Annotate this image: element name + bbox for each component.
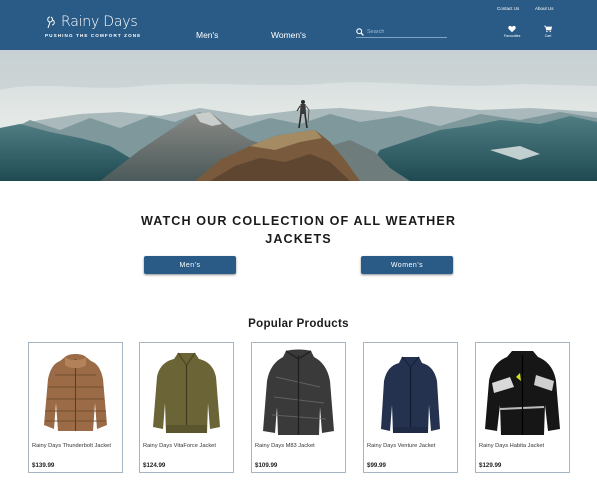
- site-header: Rainy Days Pushing the Comfort Zone Men'…: [0, 0, 597, 50]
- shop-womens-button[interactable]: Women's: [361, 256, 453, 274]
- brand-name: Rainy Days: [61, 14, 138, 30]
- m83-jacket-image: [263, 349, 334, 435]
- cart-button[interactable]: Cart: [544, 25, 552, 38]
- cart-label: Cart: [544, 34, 552, 38]
- favourites-label: Favourites: [504, 34, 521, 38]
- popular-products-heading: Popular Products: [248, 318, 349, 330]
- product-card[interactable]: Rainy Days M83 Jacket $109.99: [251, 342, 346, 473]
- favourites-button[interactable]: Favourites: [504, 25, 520, 38]
- brand-tagline: Pushing the Comfort Zone: [45, 33, 142, 38]
- brand-logo[interactable]: Rainy Days: [46, 14, 138, 30]
- product-price: $129.99: [479, 462, 502, 469]
- search-icon[interactable]: [356, 28, 364, 36]
- product-name: Rainy Days Habita Jacket: [479, 443, 545, 449]
- about-us-link[interactable]: About Us: [535, 6, 554, 11]
- product-name: Rainy Days VitaForce Jacket: [143, 443, 216, 449]
- product-card[interactable]: Rainy Days VitaForce Jacket $124.99: [139, 342, 234, 473]
- product-card[interactable]: Rainy Days Venture Jacket $99.99: [363, 342, 458, 473]
- contact-us-link[interactable]: Contact Us: [497, 6, 519, 11]
- heart-icon: [508, 25, 516, 33]
- thunderbolt-jacket-image: [44, 354, 107, 431]
- product-card[interactable]: Rainy Days Thunderbolt Jacket $139.99: [28, 342, 123, 473]
- vitaforce-jacket-image: [153, 352, 220, 433]
- habita-jacket-image: [485, 351, 560, 435]
- product-price: $139.99: [32, 462, 55, 469]
- product-price: $99.99: [367, 462, 386, 469]
- hero-illustration: [0, 50, 597, 181]
- product-name: Rainy Days Thunderbolt Jacket: [32, 443, 111, 449]
- nav-mens-link[interactable]: Men's: [196, 30, 218, 40]
- nav-womens-link[interactable]: Women's: [271, 30, 306, 40]
- venture-jacket-image: [381, 356, 440, 433]
- product-name: Rainy Days Venture Jacket: [367, 443, 436, 449]
- collection-heading: WATCH OUR COLLECTION OF ALL WEATHER JACK…: [140, 214, 457, 246]
- shop-mens-button[interactable]: Men's: [144, 256, 236, 274]
- hero-mountain-image: [0, 50, 597, 181]
- product-card[interactable]: Rainy Days Habita Jacket $129.99: [475, 342, 570, 473]
- product-price: $109.99: [255, 462, 278, 469]
- cart-icon: [544, 25, 552, 33]
- search-bar: [356, 27, 447, 38]
- product-price: $124.99: [143, 462, 166, 469]
- raindrop-logo-icon: [47, 16, 55, 29]
- product-name: Rainy Days M83 Jacket: [255, 443, 315, 449]
- search-input[interactable]: [367, 29, 445, 35]
